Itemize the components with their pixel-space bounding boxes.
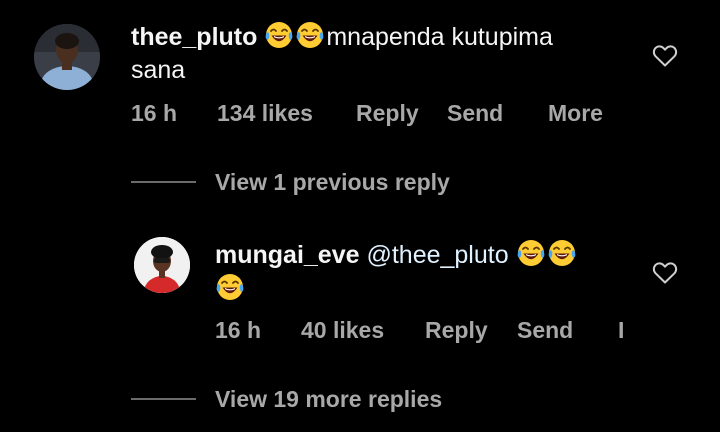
- comment-text: mnapenda kutupima: [326, 23, 553, 51]
- comment-time: 16 h: [131, 100, 178, 126]
- comment-send-button[interactable]: Send: [447, 100, 503, 127]
- comment-avatar[interactable]: [34, 24, 100, 90]
- comment-body: thee_pluto mnapenda kutupima sana: [131, 20, 611, 87]
- reply-emojis-line2: [215, 272, 246, 303]
- comment-emojis: [264, 20, 326, 51]
- comment-meta: 16 h 134 likes Reply Send More: [0, 100, 720, 128]
- face-with-tears-of-joy-icon: [516, 238, 546, 268]
- comment-more-button[interactable]: More: [548, 100, 603, 127]
- face-with-tears-of-joy-icon: [215, 272, 245, 302]
- comment-text-line2: sana: [131, 56, 186, 84]
- comment-reply-button[interactable]: Reply: [356, 100, 419, 127]
- reply-likes[interactable]: 40 likes: [301, 317, 384, 344]
- reply-send-button[interactable]: Send: [517, 317, 573, 344]
- reply-time: 16 h: [215, 317, 262, 343]
- view-more-replies-button[interactable]: View 19 more replies: [215, 386, 442, 413]
- reply-body: mungai_eve @thee_pluto: [215, 238, 635, 306]
- reply-meta: 16 h 40 likes Reply Send I: [0, 317, 720, 345]
- avatar-image: [134, 237, 190, 293]
- face-with-tears-of-joy-icon: [264, 20, 294, 50]
- avatar-image: [34, 24, 100, 90]
- reply-emojis-line1: [516, 238, 578, 269]
- divider-line: [131, 398, 196, 400]
- reply-more-button[interactable]: I: [618, 317, 624, 344]
- view-previous-replies-button[interactable]: View 1 previous reply: [215, 169, 450, 196]
- like-heart-icon[interactable]: [652, 261, 678, 285]
- reply-username[interactable]: mungai_eve: [215, 241, 360, 269]
- comment-likes[interactable]: 134 likes: [217, 100, 313, 127]
- comment-username[interactable]: thee_pluto: [131, 23, 257, 51]
- divider-line: [131, 181, 196, 183]
- face-with-tears-of-joy-icon: [295, 20, 325, 50]
- like-heart-icon[interactable]: [652, 44, 678, 68]
- face-with-tears-of-joy-icon: [547, 238, 577, 268]
- reply-mention[interactable]: @thee_pluto: [366, 241, 508, 269]
- reply-avatar[interactable]: [134, 237, 190, 293]
- reply-reply-button[interactable]: Reply: [425, 317, 488, 344]
